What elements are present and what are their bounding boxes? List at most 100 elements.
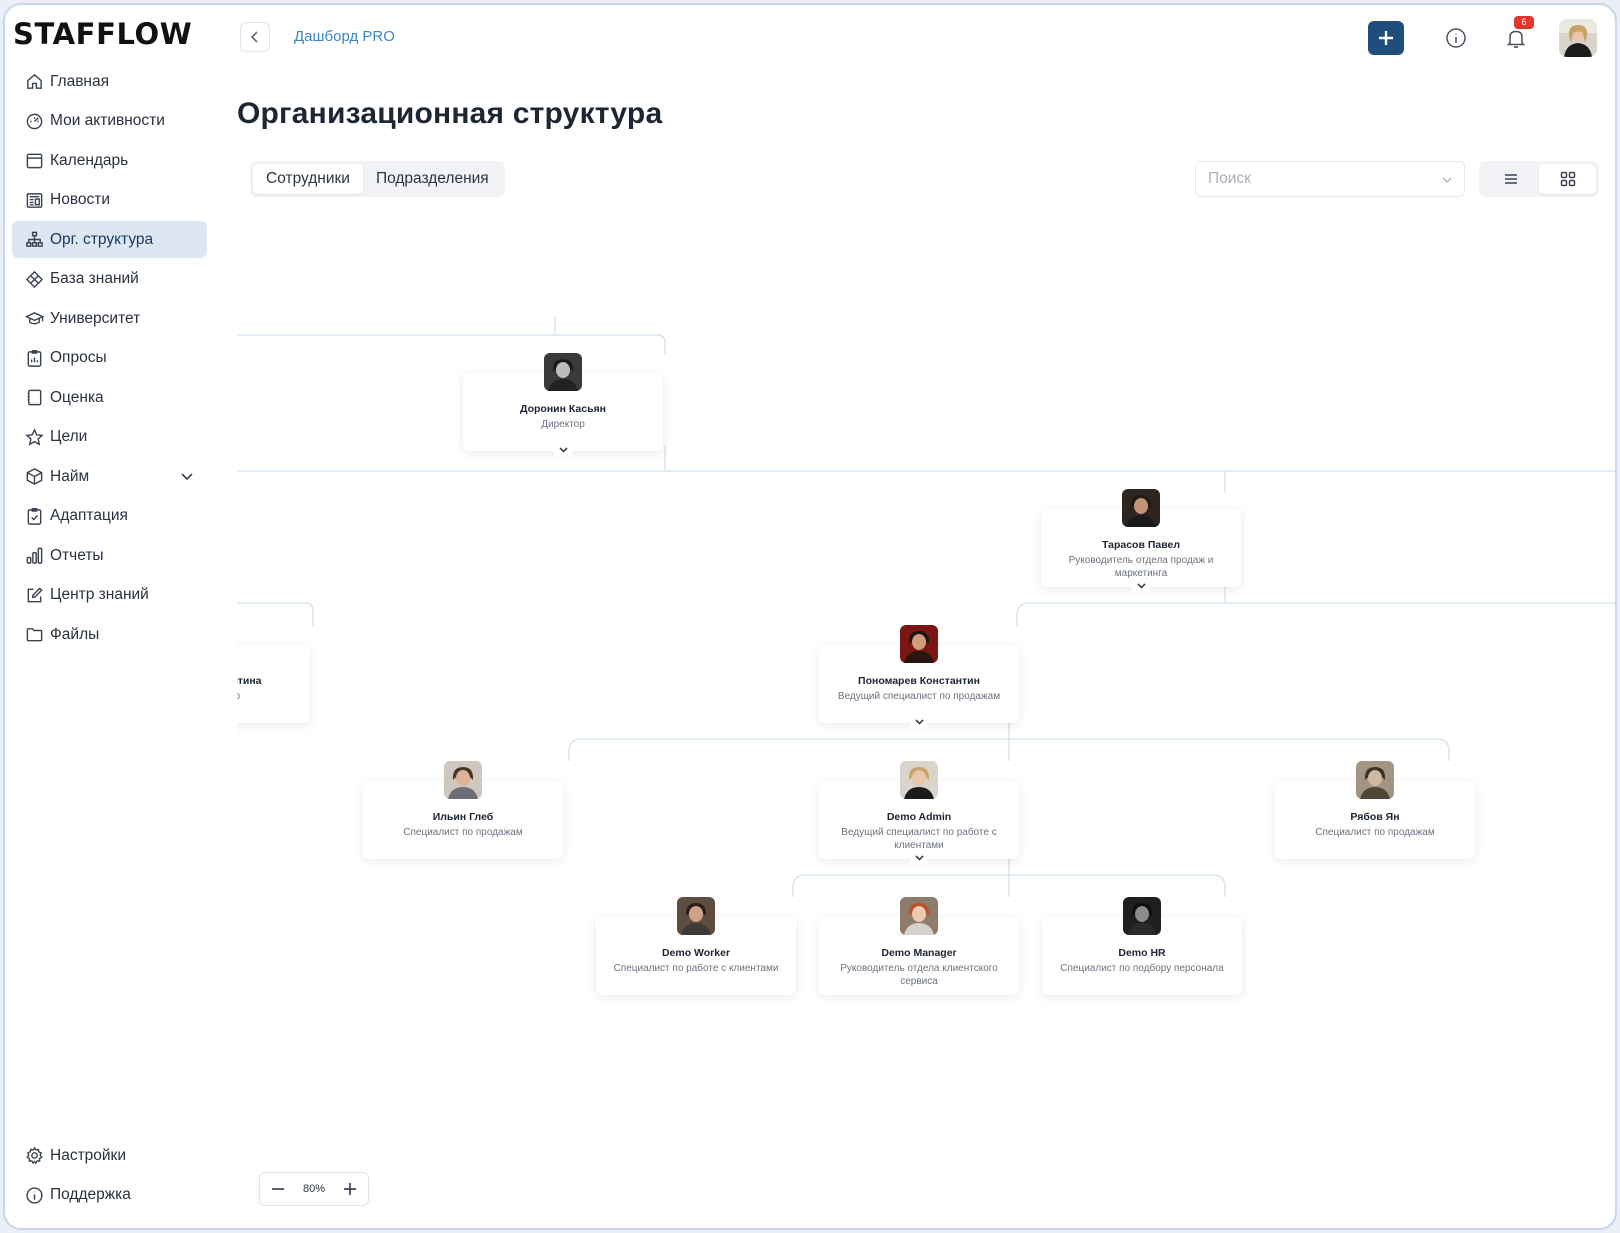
grid-view-button[interactable] (1539, 164, 1596, 194)
sidebar-item-label: Новости (50, 191, 111, 208)
sidebar-item-label: Отчеты (50, 546, 104, 564)
gear-icon (24, 1146, 44, 1166)
expand-chevron-icon[interactable] (1132, 578, 1150, 592)
expand-chevron-icon[interactable] (910, 714, 928, 728)
list-view-button[interactable] (1482, 164, 1539, 194)
search-placeholder: Поиск (1208, 170, 1251, 187)
sidebar-item-my-activities[interactable]: Мои активности (12, 103, 207, 140)
breadcrumb[interactable]: Дашборд PRO (294, 28, 395, 45)
plus-icon (1379, 31, 1393, 45)
knowledge-base-icon (24, 269, 44, 289)
top-bar: Дашборд PRO 6 (237, 5, 1615, 69)
employee-name: Тарасов Павел (1101, 539, 1181, 551)
home-icon (24, 72, 44, 92)
zoom-out-button[interactable] (260, 1173, 296, 1205)
sidebar-item-reports[interactable]: Отчеты (12, 537, 207, 574)
employee-role: Специалист по подбору персонала (1060, 963, 1224, 974)
sidebar-item-label: Главная (50, 72, 109, 90)
employee-role: Руководитель отдела продаж и маркетинга (1068, 555, 1214, 579)
employee-role: Специалист по работе с клиентами (613, 963, 779, 974)
sidebar-item-news[interactable]: Новости (12, 182, 207, 219)
employee-role: Ведущий специалист по работе с клиентами (841, 827, 997, 851)
app-logo[interactable]: STAFFLOW (13, 17, 192, 51)
employee-avatar[interactable] (900, 897, 938, 935)
sidebar-item-label: Оценка (50, 388, 104, 406)
sidebar-item-hiring[interactable]: Найм (12, 458, 207, 495)
employee-name: Demo Manager (881, 947, 957, 959)
tab-departments[interactable]: Подразделения (363, 164, 502, 194)
page-title: Организационная структура (237, 97, 663, 130)
employee-avatar[interactable] (900, 625, 938, 663)
sidebar-item-label: Университет (50, 309, 141, 327)
sidebar-item-label: Найм (50, 467, 90, 485)
sidebar-item-label: Орг. структура (50, 230, 154, 248)
bar-chart-icon (24, 546, 44, 566)
newspaper-icon (24, 190, 44, 210)
grid-icon (1560, 171, 1575, 187)
employee-name: Demo Admin (886, 811, 952, 823)
sidebar-item-knowledge-center[interactable]: Центр знаний (12, 577, 207, 614)
sidebar-item-surveys[interactable]: Опросы (12, 340, 207, 377)
employee-name: Рябов Ян (1350, 811, 1400, 823)
chevron-down-icon (1440, 173, 1454, 192)
sidebar-item-label: Центр знаний (50, 586, 149, 603)
add-button[interactable] (1368, 21, 1404, 55)
sidebar-item-settings[interactable]: Настройки (12, 1137, 207, 1174)
sidebar-item-label: Поддержка (50, 1186, 131, 1203)
sidebar-item-org-structure[interactable]: Орг. структура (12, 221, 207, 258)
survey-icon (24, 348, 44, 368)
notifications-badge: 6 (1514, 16, 1534, 29)
sidebar-item-label: Цели (50, 428, 88, 445)
sidebar-nav: Главная Мои активности Календарь Новости… (5, 63, 217, 653)
view-tabs: Сотрудники Подразделения (250, 161, 505, 197)
sidebar-item-university[interactable]: Университет (12, 300, 207, 337)
employee-avatar[interactable] (677, 897, 715, 935)
employee-avatar[interactable] (444, 761, 482, 799)
sidebar-item-home[interactable]: Главная (12, 63, 207, 100)
employee-role: Директор (541, 419, 585, 430)
sidebar-item-knowledge-base[interactable]: База знаний (12, 261, 207, 298)
sidebar-bottom-nav: Настройки Поддержка (5, 1137, 217, 1216)
expand-chevron-icon[interactable] (910, 850, 928, 864)
sidebar-item-calendar[interactable]: Календарь (12, 142, 207, 179)
gauge-icon (24, 111, 44, 131)
employee-role: Специалист по продажам (1315, 827, 1435, 838)
star-icon (24, 427, 44, 447)
minus-icon (272, 1188, 284, 1190)
bell-icon (1506, 30, 1526, 48)
employee-avatar[interactable] (900, 761, 938, 799)
employee-name: Demo HR (1118, 947, 1166, 959)
expand-chevron-icon[interactable] (554, 442, 572, 456)
employee-name: Пономарев Константин (858, 675, 980, 687)
employee-name: Ильин Глеб (432, 811, 494, 823)
edit-icon (24, 585, 44, 605)
search-select[interactable]: Поиск (1195, 161, 1465, 197)
sidebar-item-goals[interactable]: Цели (12, 419, 207, 456)
employee-avatar[interactable] (1123, 897, 1161, 935)
info-icon (24, 1185, 44, 1205)
sidebar-item-label: База знаний (50, 270, 139, 287)
tab-employees[interactable]: Сотрудники (253, 164, 363, 194)
info-icon (1446, 28, 1466, 48)
sidebar-item-label: Календарь (50, 151, 129, 169)
employee-name: Demo Worker (661, 947, 731, 959)
employee-role: Специалист по продажам (403, 827, 523, 838)
sidebar-item-evaluation[interactable]: Оценка (12, 379, 207, 416)
user-avatar[interactable] (1559, 19, 1597, 57)
zoom-in-button[interactable] (332, 1173, 368, 1205)
employee-avatar[interactable] (1356, 761, 1394, 799)
chevron-down-icon[interactable] (179, 468, 195, 489)
list-icon (1504, 174, 1517, 184)
sidebar-item-label: Файлы (50, 625, 100, 643)
back-button[interactable] (240, 22, 270, 52)
sidebar-item-adaptation[interactable]: Адаптация (12, 498, 207, 535)
employee-name: Доронин Касьян (519, 403, 607, 415)
view-mode-toggle (1479, 161, 1599, 197)
plus-icon (344, 1183, 356, 1195)
sidebar-item-files[interactable]: Файлы (12, 616, 207, 653)
sidebar-item-support[interactable]: Поддержка (12, 1177, 207, 1214)
info-button[interactable] (1443, 25, 1469, 51)
employee-avatar[interactable] (1122, 489, 1160, 527)
calendar-icon (24, 151, 44, 171)
employee-avatar[interactable] (544, 353, 582, 391)
